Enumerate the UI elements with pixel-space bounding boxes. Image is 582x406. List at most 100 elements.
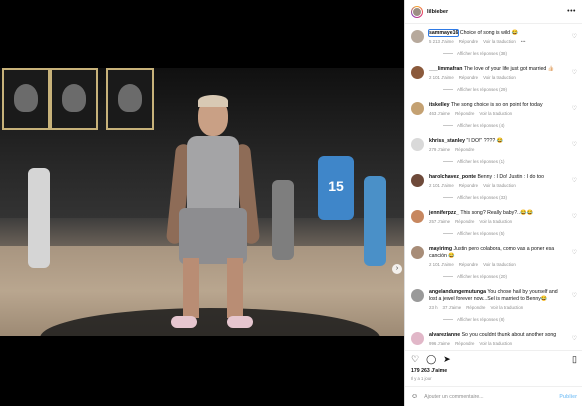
- comment-like-heart-icon[interactable]: ♡: [572, 33, 577, 40]
- comment-like-heart-icon[interactable]: ♡: [572, 292, 577, 299]
- reply-button[interactable]: Répondre: [455, 219, 474, 224]
- comment-text: alvarezianne So you couldnt thunk about …: [429, 332, 565, 339]
- comment-like-heart-icon[interactable]: ♡: [572, 213, 577, 220]
- reply-button[interactable]: Répondre: [466, 305, 485, 310]
- comment-like-heart-icon[interactable]: ♡: [572, 177, 577, 184]
- commenter-avatar[interactable]: [411, 210, 424, 223]
- view-replies-button[interactable]: Afficher les réponses (8): [443, 317, 565, 322]
- replies-line: [443, 161, 453, 162]
- commenter-username[interactable]: khriss_stanley: [429, 138, 465, 144]
- comment-likes[interactable]: 257 J'aime: [429, 219, 450, 224]
- post-photo[interactable]: 15 ›: [0, 68, 404, 336]
- translate-button[interactable]: Voir la traduction: [479, 111, 512, 116]
- translate-button[interactable]: Voir la traduction: [491, 305, 524, 310]
- smiley-icon[interactable]: ☺: [411, 393, 418, 400]
- commenter-username[interactable]: mayirimg: [429, 246, 452, 252]
- author-avatar[interactable]: [411, 5, 423, 18]
- likes-count[interactable]: 179 263 J'aime: [411, 368, 447, 374]
- view-replies-button[interactable]: Afficher les réponses (1): [443, 159, 565, 164]
- reply-button[interactable]: Répondre: [459, 183, 478, 188]
- heart-outline-icon[interactable]: ♡: [411, 355, 419, 364]
- commenter-avatar[interactable]: [411, 289, 424, 302]
- commenter-avatar[interactable]: [411, 138, 424, 151]
- commenter-username[interactable]: angelandungemutunga: [429, 289, 486, 295]
- bookmark-icon[interactable]: ▯: [572, 355, 577, 364]
- comment-like-heart-icon[interactable]: ♡: [572, 141, 577, 148]
- comment-likes[interactable]: 37 J'aime: [443, 305, 462, 310]
- post-comment-button[interactable]: Publier: [559, 394, 577, 400]
- championship-banner: [2, 68, 50, 130]
- translate-button[interactable]: Voir la traduction: [479, 219, 512, 224]
- commenter-username[interactable]: jenniferpzz_: [429, 210, 459, 216]
- view-replies-label[interactable]: Afficher les réponses (1): [457, 159, 505, 164]
- view-replies-button[interactable]: Afficher les réponses (38): [443, 51, 565, 56]
- comment-likes[interactable]: 5 213 J'aime: [429, 39, 454, 44]
- translate-button[interactable]: Voir la traduction: [483, 262, 516, 267]
- commenter-avatar[interactable]: [411, 246, 424, 259]
- comment-like-heart-icon[interactable]: ♡: [572, 249, 577, 256]
- view-replies-button[interactable]: Afficher les réponses (5): [443, 231, 565, 236]
- comment-body: "I DO!" ???? 😂: [465, 138, 504, 144]
- view-replies-button[interactable]: Afficher les réponses (4): [443, 123, 565, 128]
- view-replies-button[interactable]: Afficher les réponses (29): [443, 87, 565, 92]
- view-replies-label[interactable]: Afficher les réponses (4): [457, 123, 505, 128]
- view-replies-label[interactable]: Afficher les réponses (5): [457, 231, 505, 236]
- translate-button[interactable]: Voir la traduction: [483, 75, 516, 80]
- comment-likes[interactable]: 996 J'aime: [429, 341, 450, 346]
- comment-meta: 257 J'aime Répondre Voir la traduction: [429, 219, 565, 224]
- background-player: [272, 180, 294, 260]
- comment-likes[interactable]: 279 J'aime: [429, 147, 450, 152]
- view-replies-button[interactable]: Afficher les réponses (33): [443, 195, 565, 200]
- commenter-username[interactable]: harolchavez_ponte: [429, 174, 476, 180]
- comment-list: sammaye16 Choice of song is wild 😂 5 213 …: [405, 24, 582, 346]
- reply-button[interactable]: Répondre: [459, 39, 478, 44]
- send-icon[interactable]: ➤: [443, 355, 451, 364]
- commenter-avatar[interactable]: [411, 332, 424, 345]
- comment-text: sammaye16 Choice of song is wild 😂: [427, 29, 565, 37]
- commenter-avatar[interactable]: [411, 66, 424, 79]
- translate-button[interactable]: Voir la traduction: [483, 39, 516, 44]
- comment-body: So you couldnt thunk about another song: [460, 332, 557, 338]
- comment-body: Benny : I Do! Justin : I do too: [476, 174, 545, 180]
- comment-like-heart-icon[interactable]: ♡: [572, 335, 577, 342]
- comment-body: The song choice is so on point for today: [449, 102, 543, 108]
- reply-button[interactable]: Répondre: [459, 75, 478, 80]
- comment-likes[interactable]: 2 101 J'aime: [429, 262, 454, 267]
- carousel-next-arrow-icon[interactable]: ›: [392, 264, 402, 274]
- comment-likes[interactable]: 463 J'aime: [429, 111, 450, 116]
- comment-likes[interactable]: 2 101 J'aime: [429, 75, 454, 80]
- view-replies-label[interactable]: Afficher les réponses (8): [457, 317, 505, 322]
- commenter-username[interactable]: alvarezianne: [429, 332, 460, 338]
- commenter-username[interactable]: itskelley: [429, 102, 449, 108]
- comment-text: angelandungemutunga You chose hail by yo…: [429, 289, 565, 303]
- view-replies-label[interactable]: Afficher les réponses (38): [457, 51, 507, 56]
- translate-button[interactable]: Voir la traduction: [479, 341, 512, 346]
- comment-item: jenniferpzz_ This song? Really baby?..😂😂…: [405, 204, 582, 236]
- comment-more-icon[interactable]: •••: [521, 39, 526, 44]
- reply-button[interactable]: Répondre: [459, 262, 478, 267]
- comment-body: This song? Really baby?..😂😂: [458, 210, 533, 216]
- commenter-avatar[interactable]: [411, 30, 424, 43]
- comment-like-heart-icon[interactable]: ♡: [572, 69, 577, 76]
- replies-line: [443, 53, 453, 54]
- more-options-icon[interactable]: •••: [567, 8, 576, 15]
- comment-icon[interactable]: ◯: [426, 355, 436, 364]
- reply-button[interactable]: Répondre: [455, 147, 474, 152]
- view-replies-label[interactable]: Afficher les réponses (20): [457, 274, 507, 279]
- translate-button[interactable]: Voir la traduction: [483, 183, 516, 188]
- comment-likes[interactable]: 2 101 J'aime: [429, 183, 454, 188]
- comment-like-heart-icon[interactable]: ♡: [572, 105, 577, 112]
- post-side-panel: lilbieber ••• sammaye16 Choice of song i…: [404, 0, 582, 406]
- reply-button[interactable]: Répondre: [455, 111, 474, 116]
- reply-button[interactable]: Répondre: [455, 341, 474, 346]
- view-replies-label[interactable]: Afficher les réponses (29): [457, 87, 507, 92]
- comment-item: sammaye16 Choice of song is wild 😂 5 213 …: [405, 24, 582, 56]
- commenter-avatar[interactable]: [411, 102, 424, 115]
- commenter-avatar[interactable]: [411, 174, 424, 187]
- commenter-username[interactable]: sammaye16: [427, 29, 460, 37]
- view-replies-label[interactable]: Afficher les réponses (33): [457, 195, 507, 200]
- comment-input[interactable]: [424, 393, 535, 400]
- view-replies-button[interactable]: Afficher les réponses (20): [443, 274, 565, 279]
- author-username[interactable]: lilbieber: [427, 9, 448, 15]
- commenter-username[interactable]: ___limmafran: [429, 66, 462, 72]
